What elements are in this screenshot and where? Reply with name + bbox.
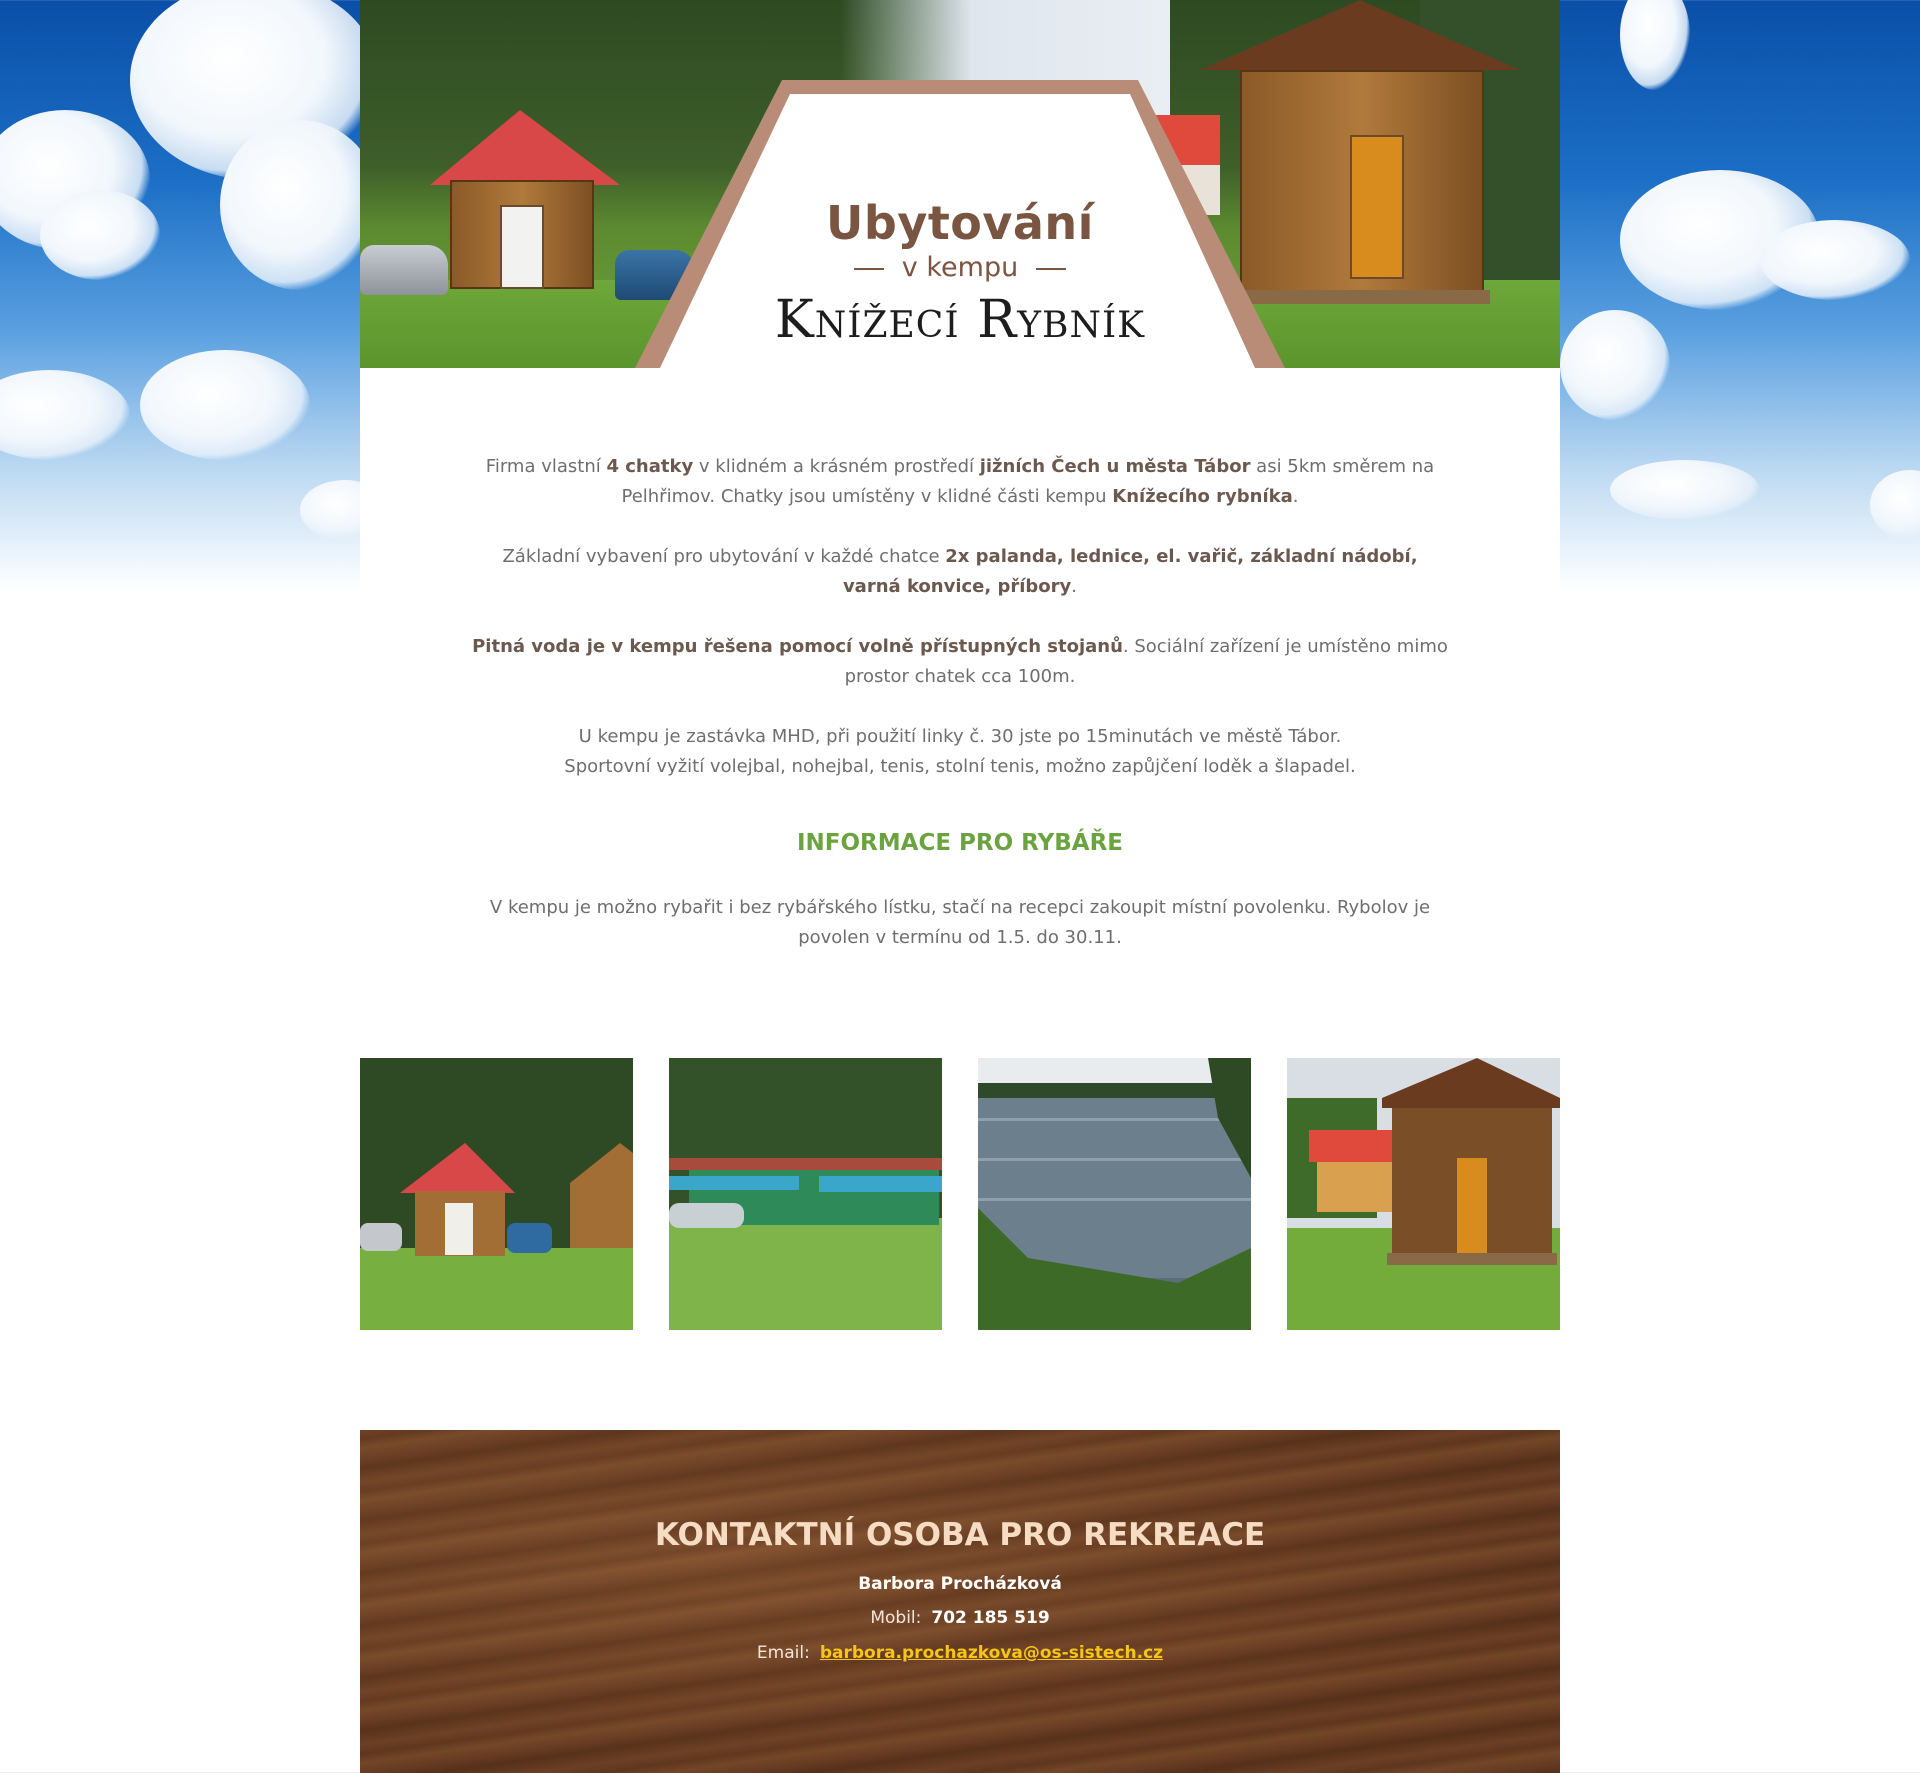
text-bold: Knížecího rybníka	[1112, 486, 1293, 507]
intro-paragraph-cabins: Firma vlastní 4 chatky v klidném a krásn…	[460, 452, 1460, 512]
photo-cabins-icon	[360, 1058, 633, 1330]
cloud-decoration	[1610, 460, 1760, 520]
cloud-decoration	[220, 120, 380, 290]
gallery-photo-green-cabins[interactable]	[669, 1058, 942, 1330]
text-run: U kempu je zastávka MHD, při použití lin…	[578, 726, 1342, 747]
intro-text: Firma vlastní 4 chatky v klidném a krásn…	[360, 452, 1560, 812]
camp-name: Knížecí Rybník	[774, 290, 1146, 350]
cloud-decoration	[1870, 470, 1920, 540]
intro-paragraph-equipment: Základní vybavení pro ubytování v každé …	[490, 542, 1430, 602]
contact-mobile-row: Mobil: 702 185 519	[360, 1608, 1560, 1628]
cloud-decoration	[40, 190, 160, 280]
hero-banner: Ubytování v kempu Knížecí Rybník	[360, 0, 1560, 368]
photo-gallery	[360, 1058, 1560, 1330]
page-subtitle: v kempu	[360, 252, 1560, 283]
contact-heading: KONTAKTNÍ OSOBA PRO REKREACE	[654, 1517, 1266, 1553]
intro-paragraph-transport: U kempu je zastávka MHD, při použití lin…	[460, 722, 1460, 782]
page-title: Ubytování	[826, 196, 1094, 250]
email-label: Email:	[756, 1643, 810, 1663]
gallery-photo-pond[interactable]	[978, 1058, 1251, 1330]
text-bold: Pitná voda je v kempu řešena pomocí voln…	[472, 636, 1123, 657]
wood-texture	[360, 1430, 1560, 1773]
contact-section: KONTAKTNÍ OSOBA PRO REKREACE Barbora Pro…	[360, 1430, 1560, 1773]
title-dash-right	[1036, 267, 1067, 270]
photo-wooden-cabin-icon	[1287, 1058, 1560, 1330]
contact-email-row: Email: barbora.prochazkova@os-sistech.cz	[360, 1643, 1560, 1663]
cloud-decoration	[1560, 310, 1670, 420]
text-bold: jižních Čech u města Tábor	[979, 456, 1251, 477]
photo-pond-icon	[978, 1058, 1251, 1330]
subtitle-text: v kempu	[901, 252, 1019, 283]
cloud-decoration	[1620, 0, 1690, 90]
text-run: .	[1292, 486, 1299, 507]
gallery-photo-cabins[interactable]	[360, 1058, 633, 1330]
fishing-heading: INFORMACE PRO RYBÁŘE	[796, 830, 1124, 856]
title-dash-left	[853, 267, 884, 270]
mobile-number[interactable]: 702 185 519	[931, 1608, 1049, 1628]
text-run: Sportovní vyžití volejbal, nohejbal, ten…	[564, 756, 1356, 777]
photo-green-cabins-icon	[669, 1058, 942, 1330]
contact-name: Barbora Procházková	[858, 1574, 1062, 1594]
text-run: v klidném a krásném prostředí	[693, 456, 980, 477]
cloud-decoration	[0, 370, 130, 460]
text-bold: 4 chatky	[606, 456, 694, 477]
fishing-text: V kempu je možno rybařit i bez rybářskéh…	[489, 897, 1431, 948]
text-run: Základní vybavení pro ubytování v každé …	[502, 546, 946, 567]
text-run: Firma vlastní	[485, 456, 607, 477]
gallery-photo-wooden-cabin[interactable]	[1287, 1058, 1560, 1330]
email-link[interactable]: barbora.prochazkova@os-sistech.cz	[820, 1643, 1163, 1663]
cloud-decoration	[1760, 220, 1910, 300]
intro-paragraph-water: Pitná voda je v kempu řešena pomocí voln…	[460, 632, 1460, 692]
cloud-decoration	[140, 350, 310, 460]
text-run: .	[1071, 576, 1078, 597]
mobile-label: Mobil:	[870, 1608, 922, 1628]
page-container: Ubytování v kempu Knížecí Rybník Firma v…	[360, 0, 1560, 1773]
